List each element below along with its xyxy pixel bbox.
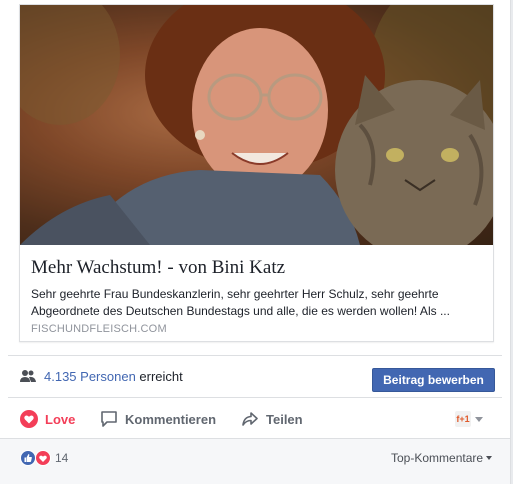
share-icon bbox=[241, 410, 259, 428]
comment-icon bbox=[100, 410, 118, 428]
love-label: Love bbox=[45, 411, 76, 427]
love-reaction-icon bbox=[20, 410, 38, 428]
people-icon bbox=[20, 370, 36, 382]
reach-count-link[interactable]: 4.135 Personen bbox=[44, 369, 136, 384]
reaction-count[interactable]: 14 bbox=[55, 451, 68, 465]
link-preview[interactable]: Mehr Wachstum! - von Bini Katz Sehr geeh… bbox=[19, 4, 494, 342]
preview-domain: FISCHUNDFLEISCH.COM bbox=[31, 323, 167, 335]
reach-suffix: erreicht bbox=[139, 369, 183, 384]
post-card: Mehr Wachstum! - von Bini Katz Sehr geeh… bbox=[0, 0, 511, 484]
love-button[interactable]: Love bbox=[20, 408, 75, 430]
comment-sort-dropdown[interactable]: Top-Kommentare bbox=[391, 451, 493, 465]
reach-text: 4.135 Personen erreicht bbox=[44, 369, 183, 384]
comment-label: Kommentieren bbox=[125, 411, 217, 427]
divider bbox=[0, 438, 510, 439]
page-avatar-text: f+1 bbox=[456, 414, 470, 424]
chevron-down-icon bbox=[475, 416, 483, 422]
love-reaction-icon[interactable] bbox=[35, 450, 51, 466]
photo-woman-with-cat-icon bbox=[20, 5, 493, 245]
preview-title[interactable]: Mehr Wachstum! - von Bini Katz bbox=[31, 257, 481, 279]
chevron-down-icon bbox=[486, 456, 493, 460]
like-reaction-icon[interactable] bbox=[20, 450, 36, 466]
divider bbox=[8, 397, 502, 398]
comment-sort-label: Top-Kommentare bbox=[391, 451, 484, 465]
post-as-selector[interactable]: f+1 bbox=[455, 411, 483, 427]
share-button[interactable]: Teilen bbox=[241, 408, 303, 430]
share-label: Teilen bbox=[266, 411, 303, 427]
comment-button[interactable]: Kommentieren bbox=[100, 408, 216, 430]
preview-image[interactable] bbox=[20, 5, 493, 245]
preview-description: Sehr geehrte Frau Bundeskanzlerin, sehr … bbox=[31, 287, 450, 318]
page-avatar: f+1 bbox=[455, 411, 471, 427]
divider bbox=[8, 355, 502, 356]
boost-post-button[interactable]: Beitrag bewerben bbox=[372, 368, 495, 392]
